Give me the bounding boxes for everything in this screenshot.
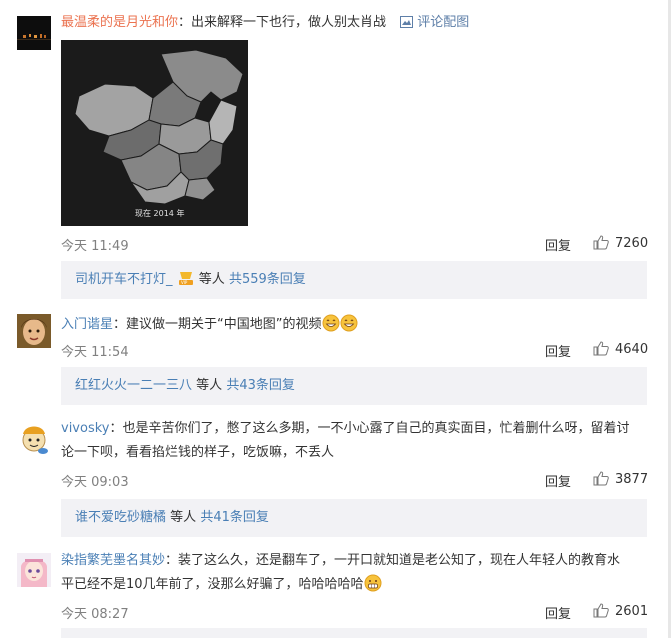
- comment-time: 今天 09:03: [61, 475, 129, 490]
- like-button[interactable]: 7260: [593, 235, 648, 251]
- like-count: 4640: [615, 342, 649, 357]
- image-icon: [400, 16, 414, 28]
- comment-content: 最温柔的是月光和你：出来解释一下也行，做人别太肖战 评论配图: [61, 15, 470, 30]
- grinning-emoji-icon: [364, 574, 382, 592]
- comment-meta: 今天 11:54 回复 4640: [61, 341, 651, 360]
- like-button[interactable]: 3877: [593, 471, 648, 487]
- comment-username[interactable]: 染指繁芜墨名其妙: [61, 553, 165, 568]
- comment-meta: 今天 09:03 回复 3877: [61, 471, 651, 490]
- like-count: 2601: [615, 604, 649, 619]
- reply-count[interactable]: 共43条回复: [226, 378, 295, 393]
- comment-content: vivosky：也是辛苦你们了，憋了这么多期，一不小心露了自己的真实面目，忙着删…: [61, 417, 651, 465]
- comment-text-line2: 论一下呗，看看掐烂钱的样子，吃饭嘛，不丢人: [61, 445, 335, 460]
- avatar[interactable]: [17, 421, 51, 455]
- thumbs-up-icon: [593, 235, 609, 250]
- replies-bar[interactable]: 红红火火一二一三八 等人 共43条回复: [61, 367, 647, 405]
- laughing-emoji-icon: [322, 314, 340, 332]
- reply-button[interactable]: 回复: [545, 471, 571, 490]
- avatar[interactable]: [17, 16, 51, 50]
- replies-bar-partial: [61, 628, 647, 638]
- reply-user[interactable]: 红红火火一二一三八: [75, 378, 192, 393]
- thumbs-up-icon: [593, 341, 609, 356]
- reply-count[interactable]: 共41条回复: [200, 510, 269, 525]
- like-button[interactable]: 2601: [593, 603, 648, 619]
- image-caption: 现在 2014 年: [135, 208, 184, 218]
- like-count: 3877: [615, 472, 649, 487]
- comment-meta: 今天 11:49 回复 7260: [61, 235, 651, 254]
- reply-button[interactable]: 回复: [545, 235, 571, 254]
- pic-comment-link[interactable]: 评论配图: [400, 15, 469, 30]
- laughing-emoji-icon: [340, 314, 358, 332]
- badge-icon: VIP: [177, 264, 195, 302]
- comment-meta: 今天 08:27 回复 2601: [61, 603, 651, 622]
- comment-time: 今天 11:54: [61, 345, 129, 360]
- svg-text:VIP: VIP: [181, 280, 188, 285]
- like-button[interactable]: 4640: [593, 341, 648, 357]
- avatar[interactable]: [17, 314, 51, 348]
- comment-text-line1: 也是辛苦你们了，憋了这么多期，一不小心露了自己的真实面目，忙着删什么呀，留着讨: [122, 421, 630, 436]
- reply-button[interactable]: 回复: [545, 603, 571, 622]
- comment-text-line2: 平已经不是10几年前了，没那么好骗了，哈哈哈哈哈: [61, 577, 364, 592]
- comment-username[interactable]: vivosky: [61, 421, 109, 436]
- thumbs-up-icon: [593, 471, 609, 486]
- reply-button[interactable]: 回复: [545, 341, 571, 360]
- reply-count[interactable]: 共559条回复: [229, 272, 306, 287]
- comment-time: 今天 08:27: [61, 607, 129, 622]
- thumbs-up-icon: [593, 603, 609, 618]
- comment-image[interactable]: 现在 2014 年: [61, 40, 248, 226]
- comment-text: 建议做一期关于“中国地图”的视频: [126, 317, 322, 332]
- like-count: 7260: [615, 236, 649, 251]
- reply-user[interactable]: 司机开车不打灯_: [75, 272, 173, 287]
- comment-username[interactable]: 入门谐星: [61, 317, 113, 332]
- replies-bar[interactable]: 司机开车不打灯_ VIP 等人 共559条回复: [61, 261, 647, 299]
- comment-content: 入门谐星：建议做一期关于“中国地图”的视频: [61, 313, 651, 337]
- comment-text-line1: 装了这么久，还是翻车了，一开口就知道是老公知了，现在人年轻人的教育水: [178, 553, 621, 568]
- comment-content: 染指繁芜墨名其妙：装了这么久，还是翻车了，一开口就知道是老公知了，现在人年轻人的…: [61, 553, 621, 592]
- avatar[interactable]: [17, 553, 51, 587]
- comment-text: 出来解释一下也行，做人别太肖战: [191, 15, 387, 30]
- comment-time: 今天 11:49: [61, 239, 129, 254]
- reply-user[interactable]: 谁不爱吃砂糖橘: [75, 510, 166, 525]
- replies-bar[interactable]: 谁不爱吃砂糖橘 等人 共41条回复: [61, 499, 647, 537]
- comment-username[interactable]: 最温柔的是月光和你: [61, 15, 178, 30]
